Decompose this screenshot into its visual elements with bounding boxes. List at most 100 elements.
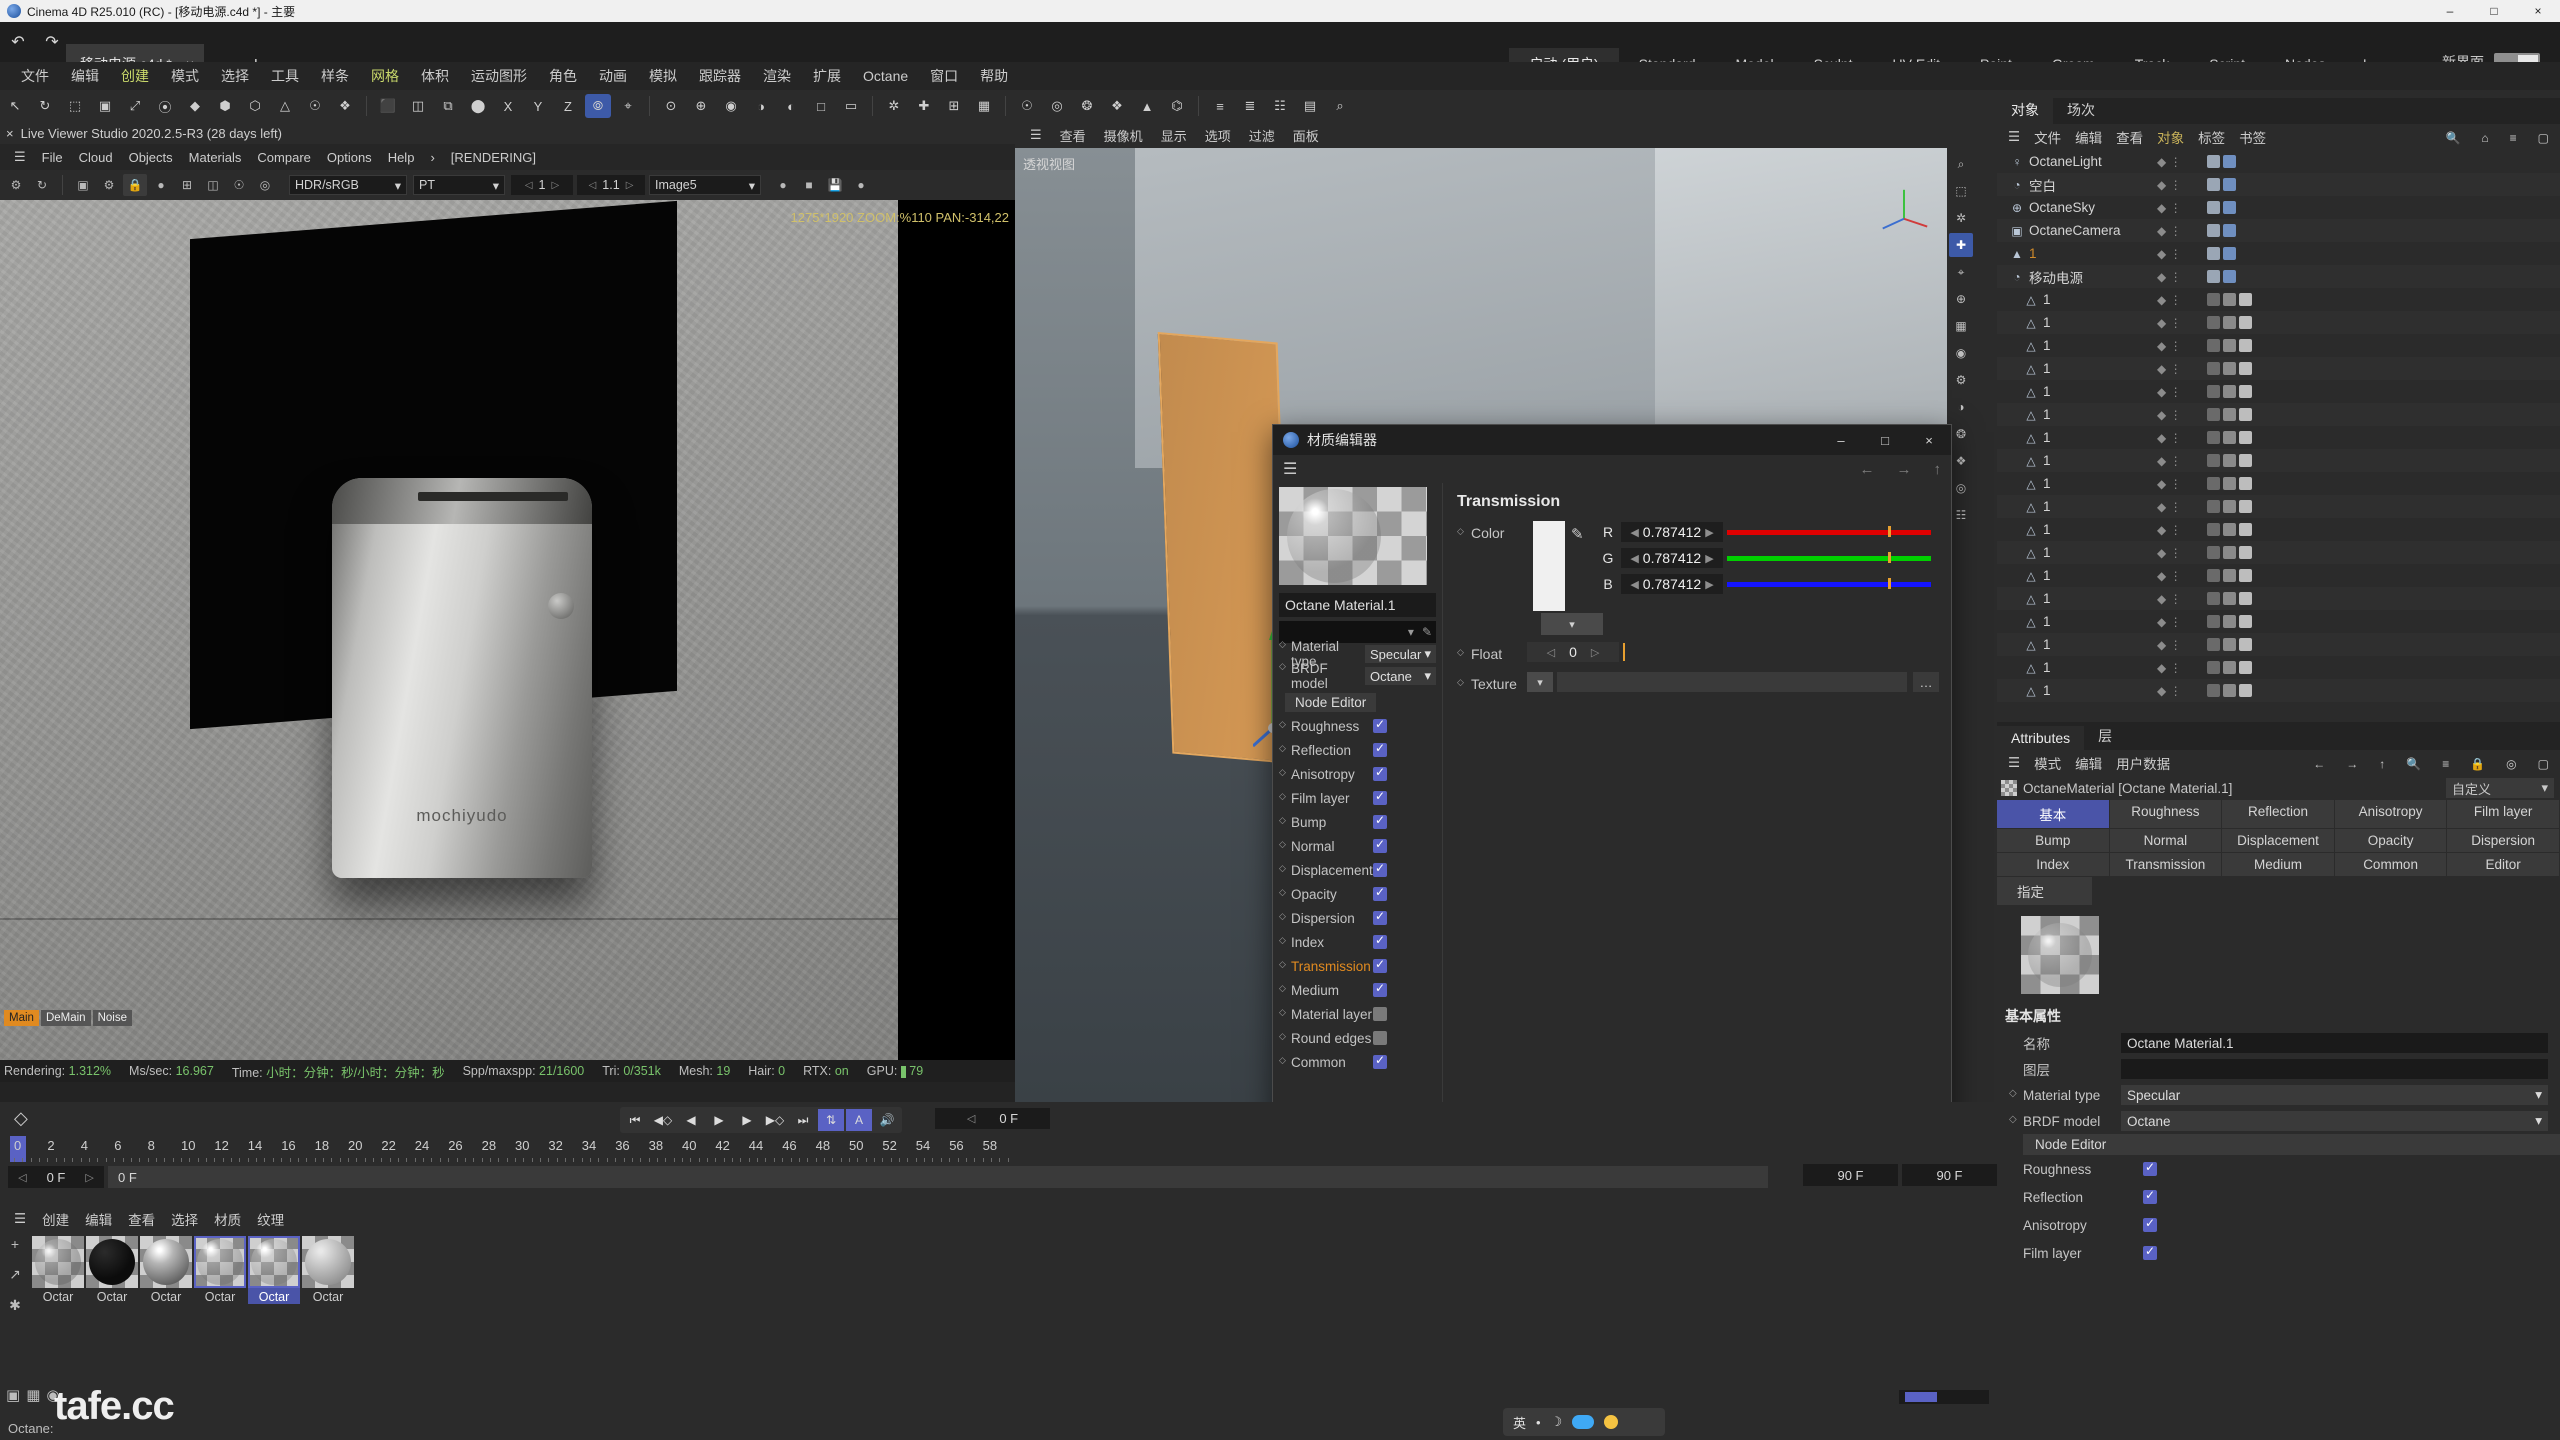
object-visibility-dots[interactable]: ◆ ⋮: [2157, 316, 2182, 330]
toolbar-icon-38[interactable]: ❂: [1074, 94, 1100, 118]
toolbar-icon-45[interactable]: ☷: [1267, 94, 1293, 118]
md-node-editor-button[interactable]: Node Editor: [1285, 693, 1377, 712]
settings-icon[interactable]: ⚙: [4, 174, 28, 196]
md-channel-checkbox[interactable]: [1373, 789, 1387, 805]
tag-icon[interactable]: [2223, 293, 2236, 306]
live-viewer-menu-item-7[interactable]: ›: [422, 147, 442, 168]
chevron-right-icon[interactable]: ▶: [1705, 526, 1713, 539]
tag-icon[interactable]: [2207, 638, 2220, 651]
texture-browse-button[interactable]: …: [1913, 672, 1939, 692]
float-stepper[interactable]: ◁ 0 ▷: [1527, 642, 1619, 662]
object-tree-row[interactable]: △ 1 ◆ ⋮: [1997, 679, 2560, 702]
tag-icon[interactable]: [2239, 454, 2252, 467]
object-tags[interactable]: [2207, 293, 2252, 306]
object-tags[interactable]: [2207, 155, 2236, 168]
slider-knob[interactable]: [1888, 578, 1892, 589]
viewport-menu-item-2[interactable]: 显示: [1152, 123, 1196, 148]
tag-icon[interactable]: [2207, 592, 2220, 605]
tag-icon[interactable]: [2239, 362, 2252, 375]
toolbar-icon-32[interactable]: ✚: [911, 94, 937, 118]
material-item[interactable]: Octar: [302, 1236, 354, 1304]
material-menu-item-5[interactable]: 纹理: [249, 1206, 292, 1232]
name-input[interactable]: Octane Material.1: [2121, 1033, 2548, 1053]
object-tree-row[interactable]: △ 1 ◆ ⋮: [1997, 610, 2560, 633]
object-tags[interactable]: [2207, 684, 2252, 697]
object-visibility-dots[interactable]: ◆ ⋮: [2157, 477, 2182, 491]
tag-icon[interactable]: [2223, 615, 2236, 628]
tag-icon[interactable]: [2223, 477, 2236, 490]
viewport-tool-4[interactable]: ⌖: [1949, 260, 1973, 284]
range-end-field-2[interactable]: 90 F: [1902, 1164, 1997, 1186]
filter-icon[interactable]: ≡: [2503, 128, 2524, 148]
tag-icon[interactable]: [2239, 569, 2252, 582]
keyframe-icon[interactable]: ◇: [14, 1108, 28, 1129]
toolbar-icon-27[interactable]: ◐: [778, 94, 804, 118]
object-visibility-dots[interactable]: ◆ ⋮: [2157, 247, 2182, 261]
coordinate-icon[interactable]: ▣: [6, 1386, 20, 1404]
tag-icon[interactable]: [2207, 454, 2220, 467]
tag-icon[interactable]: [2239, 385, 2252, 398]
chevron-left-icon[interactable]: ◀: [1630, 578, 1638, 591]
tag-icon[interactable]: [2207, 201, 2220, 214]
object-visibility-dots[interactable]: ◆ ⋮: [2157, 523, 2182, 537]
toolbar-icon-33[interactable]: ⊞: [941, 94, 967, 118]
object-tags[interactable]: [2207, 408, 2252, 421]
material-menu-item-2[interactable]: 查看: [120, 1206, 163, 1232]
num1-stepper[interactable]: ◁ 1 ▷: [511, 175, 573, 195]
toolbar-icon-28[interactable]: □: [808, 94, 834, 118]
preset-select[interactable]: 自定义 ▾: [2446, 778, 2554, 798]
refresh-icon[interactable]: ↻: [30, 174, 54, 196]
toolbar-icon-34[interactable]: ▦: [971, 94, 997, 118]
toolbar-icon-18[interactable]: Y: [525, 94, 551, 118]
live-viewer-menu-item-0[interactable]: File: [34, 147, 71, 168]
compare-icon[interactable]: ◫: [201, 174, 225, 196]
tag-icon[interactable]: [2223, 454, 2236, 467]
material-ball-icon[interactable]: ●: [149, 174, 173, 196]
object-tree-row[interactable]: ◔ 空白 ◆ ⋮: [1997, 173, 2560, 196]
tag-icon[interactable]: [2207, 224, 2220, 237]
toolbar-icon-2[interactable]: ⬚: [62, 94, 88, 118]
menu-item-14[interactable]: 渲染: [752, 62, 802, 90]
toolbar-icon-4[interactable]: ⤢: [122, 94, 148, 118]
toolbar-icon-20[interactable]: ⦾: [585, 94, 611, 118]
tag-icon[interactable]: [2239, 339, 2252, 352]
tag-icon[interactable]: [2223, 546, 2236, 559]
md-channel-checkbox[interactable]: [1373, 1007, 1387, 1021]
material-menu-item-1[interactable]: 编辑: [77, 1206, 120, 1232]
expand-icon[interactable]: ▢: [2531, 128, 2556, 148]
md-material-type-select[interactable]: Specular ▾: [1365, 645, 1436, 663]
tag-icon[interactable]: [2207, 477, 2220, 490]
sheet-tab-sheets_row3-0[interactable]: Index: [1997, 853, 2110, 877]
object-visibility-dots[interactable]: ◆ ⋮: [2157, 385, 2182, 399]
menu-item-0[interactable]: 文件: [10, 62, 60, 90]
brdf-select[interactable]: Octane ▾: [2121, 1111, 2548, 1131]
md-channel-label[interactable]: Dispersion: [1279, 911, 1373, 926]
maximize-button[interactable]: □: [1863, 425, 1907, 455]
md-channel-checkbox[interactable]: [1373, 957, 1387, 973]
toolbar-icon-40[interactable]: ▲: [1134, 94, 1160, 118]
md-channel-checkbox[interactable]: [1373, 717, 1387, 733]
md-channel-checkbox[interactable]: [1373, 909, 1387, 925]
timeline-ruler[interactable]: 0 2 4 6 8 10 12 14 16 18 20 22 24 26 28 30 32 34 36 38 40 42 4…: [0, 1136, 1997, 1164]
object-tags[interactable]: [2207, 523, 2252, 536]
tag-icon[interactable]: [2207, 316, 2220, 329]
object-tags[interactable]: [2207, 201, 2236, 214]
range-end-field-1[interactable]: 90 F: [1803, 1164, 1898, 1186]
sheet-tab-sheets_row2-4[interactable]: Dispersion: [2447, 829, 2560, 853]
viewport-tool-9[interactable]: ◑: [1949, 395, 1973, 419]
attributes-tab-0[interactable]: Attributes: [1997, 726, 2085, 750]
tag-icon[interactable]: [2207, 569, 2220, 582]
attributes-tab-1[interactable]: 层: [2084, 722, 2126, 750]
tag-icon[interactable]: [2239, 500, 2252, 513]
md-channel-label[interactable]: Reflection: [1279, 743, 1373, 758]
tag-icon[interactable]: [2207, 684, 2220, 697]
chevron-right-icon[interactable]: ▶: [1705, 578, 1713, 591]
material-item[interactable]: Octar: [140, 1236, 192, 1304]
object-visibility-dots[interactable]: ◆ ⋮: [2157, 592, 2182, 606]
object-visibility-dots[interactable]: ◆ ⋮: [2157, 684, 2182, 698]
tag-icon[interactable]: [2239, 408, 2252, 421]
toolbar-icon-1[interactable]: ↻: [32, 94, 58, 118]
tag-icon[interactable]: [2207, 247, 2220, 260]
rgb-value-field[interactable]: ◀ 0.787412 ▶: [1621, 522, 1723, 542]
menu-item-13[interactable]: 跟踪器: [688, 62, 752, 90]
